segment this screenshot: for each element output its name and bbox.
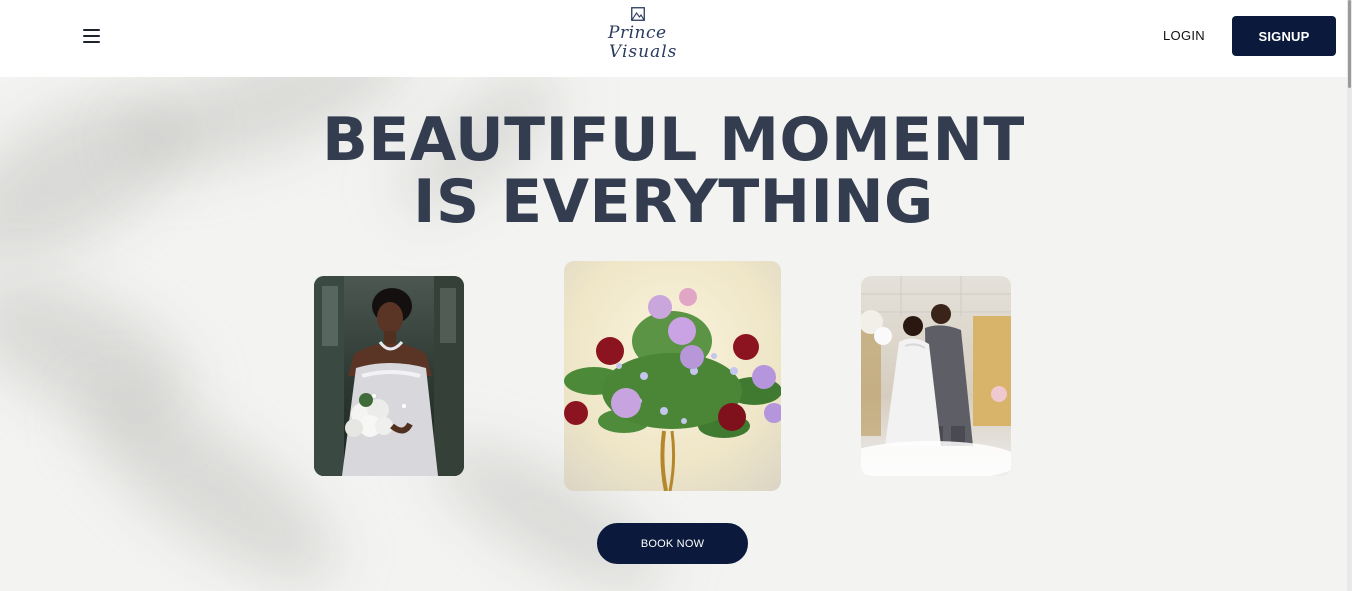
hero-section: BEAUTIFUL MOMENT IS EVERYTHING BOOK NOW [0,77,1347,591]
couple-photo [861,276,1011,476]
hero-title-line-1: BEAUTIFUL MOMENT [322,105,1025,175]
site-header: Prince Visuals LOGIN SIGNUP [0,0,1347,77]
page-scrollbar[interactable] [1347,0,1352,591]
hamburger-menu-icon[interactable] [83,26,105,46]
hero-title-line-2: IS EVERYTHING [413,167,934,237]
scrollbar-thumb[interactable] [1348,0,1351,88]
menu-bar-bottom [83,41,100,43]
signup-button[interactable]: SIGNUP [1232,16,1336,56]
hero-title: BEAUTIFUL MOMENT IS EVERYTHING [0,109,1347,233]
book-now-button[interactable]: BOOK NOW [597,523,748,564]
logo-text-visuals: Visuals [609,42,678,62]
bride-photo [314,276,464,476]
logo-text-prince: Prince [608,23,667,43]
frame-logo-icon [631,7,645,21]
menu-bar-top [83,29,100,31]
menu-bar-middle [83,35,100,37]
flower-centerpiece-photo [564,261,781,491]
login-link[interactable]: LOGIN [1163,28,1205,43]
site-logo[interactable]: Prince Visuals [604,5,680,69]
